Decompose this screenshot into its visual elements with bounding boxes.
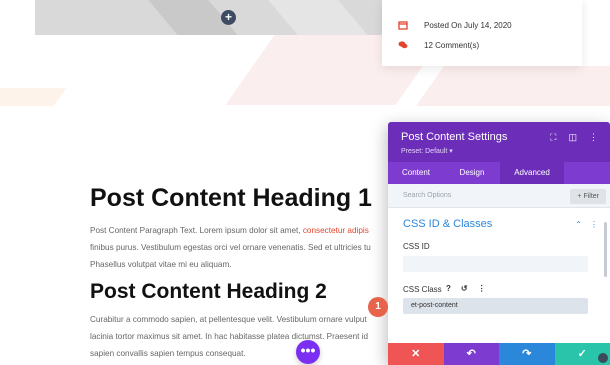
comments-icon [398,41,408,49]
css-id-label: CSS ID [403,242,430,251]
paragraph-2-line-2: lacinia tortor maximus sit amet. In hac … [90,332,369,341]
post-comments-row: 12 Comment(s) [398,40,479,50]
css-class-input[interactable]: et-post-content [403,298,588,314]
more-options-icon[interactable]: ⋮ [589,132,598,143]
undo-button[interactable]: ↶ [443,343,499,365]
css-class-label: CSS Class [403,285,442,294]
panel-footer: ✕ ↶ ↷ ✓ [388,343,610,365]
add-module-button[interactable]: + [221,10,236,25]
option-group-icons: ⌃ ⋮ [575,220,598,229]
post-meta-card: Posted On July 14, 2020 12 Comment(s) [382,0,582,66]
filter-button[interactable]: + Filter [570,189,606,204]
group-more-icon[interactable]: ⋮ [590,220,598,229]
paragraph-text: Post Content Paragraph Text. Lorem ipsum… [90,226,303,235]
css-class-icons: ? ↺ ⋮ [446,284,486,293]
paragraph-link[interactable]: consectetur adipis [303,226,369,235]
tab-advanced[interactable]: Advanced [500,162,564,184]
paragraph-1-line-2: finibus purus. Vestibulum egestas orci v… [90,243,371,252]
step-marker: 1 [368,297,388,317]
reset-icon[interactable]: ↺ [461,284,468,293]
field-more-icon[interactable]: ⋮ [478,284,486,293]
panel-header-icons: ⛶ ◫ ⋮ [550,132,598,143]
paragraph-1-line-3: Phasellus volutpat vitae mi eu aliquam. [90,260,232,269]
chevron-up-icon[interactable]: ⌃ [575,220,582,229]
background-stripe [0,88,67,106]
expand-icon[interactable]: ⛶ [550,132,556,143]
page-settings-button[interactable]: ••• [296,340,320,364]
paragraph-2-line-3: sapien convallis sapien tempus consequat… [90,349,246,358]
preset-dropdown[interactable]: Preset: Default ▾ [401,147,453,155]
css-id-input[interactable] [403,256,588,272]
post-heading-2: Post Content Heading 2 [90,280,327,303]
option-group-title[interactable]: CSS ID & Classes [403,218,492,230]
background-stripe [415,66,610,106]
search-row: Search Options + Filter [388,184,610,208]
panel-scrollbar[interactable] [604,222,607,277]
cancel-button[interactable]: ✕ [388,343,444,365]
search-options-input[interactable]: Search Options [403,192,451,199]
post-heading-1: Post Content Heading 1 [90,184,372,212]
paragraph-1-line-1: Post Content Paragraph Text. Lorem ipsum… [90,222,390,239]
panel-tabs: Content Design Advanced [388,162,610,184]
panel-title: Post Content Settings [401,131,508,143]
panel-header: Post Content Settings Preset: Default ▾ … [388,122,610,162]
redo-button[interactable]: ↷ [499,343,555,365]
split-view-icon[interactable]: ◫ [568,132,577,143]
calendar-icon [398,21,408,30]
paragraph-2-line-1: Curabitur a commodo sapien, at pellentes… [90,315,367,324]
post-comments: 12 Comment(s) [424,40,480,50]
post-date-row: Posted On July 14, 2020 [398,20,512,30]
resize-handle-icon[interactable] [598,353,608,363]
tab-content[interactable]: Content [388,162,444,184]
tab-design[interactable]: Design [444,162,500,184]
post-date: Posted On July 14, 2020 [424,20,512,30]
featured-image-shape [259,0,381,35]
featured-image: + [35,0,390,35]
help-icon[interactable]: ? [446,284,451,293]
module-settings-panel: Post Content Settings Preset: Default ▾ … [388,122,610,365]
